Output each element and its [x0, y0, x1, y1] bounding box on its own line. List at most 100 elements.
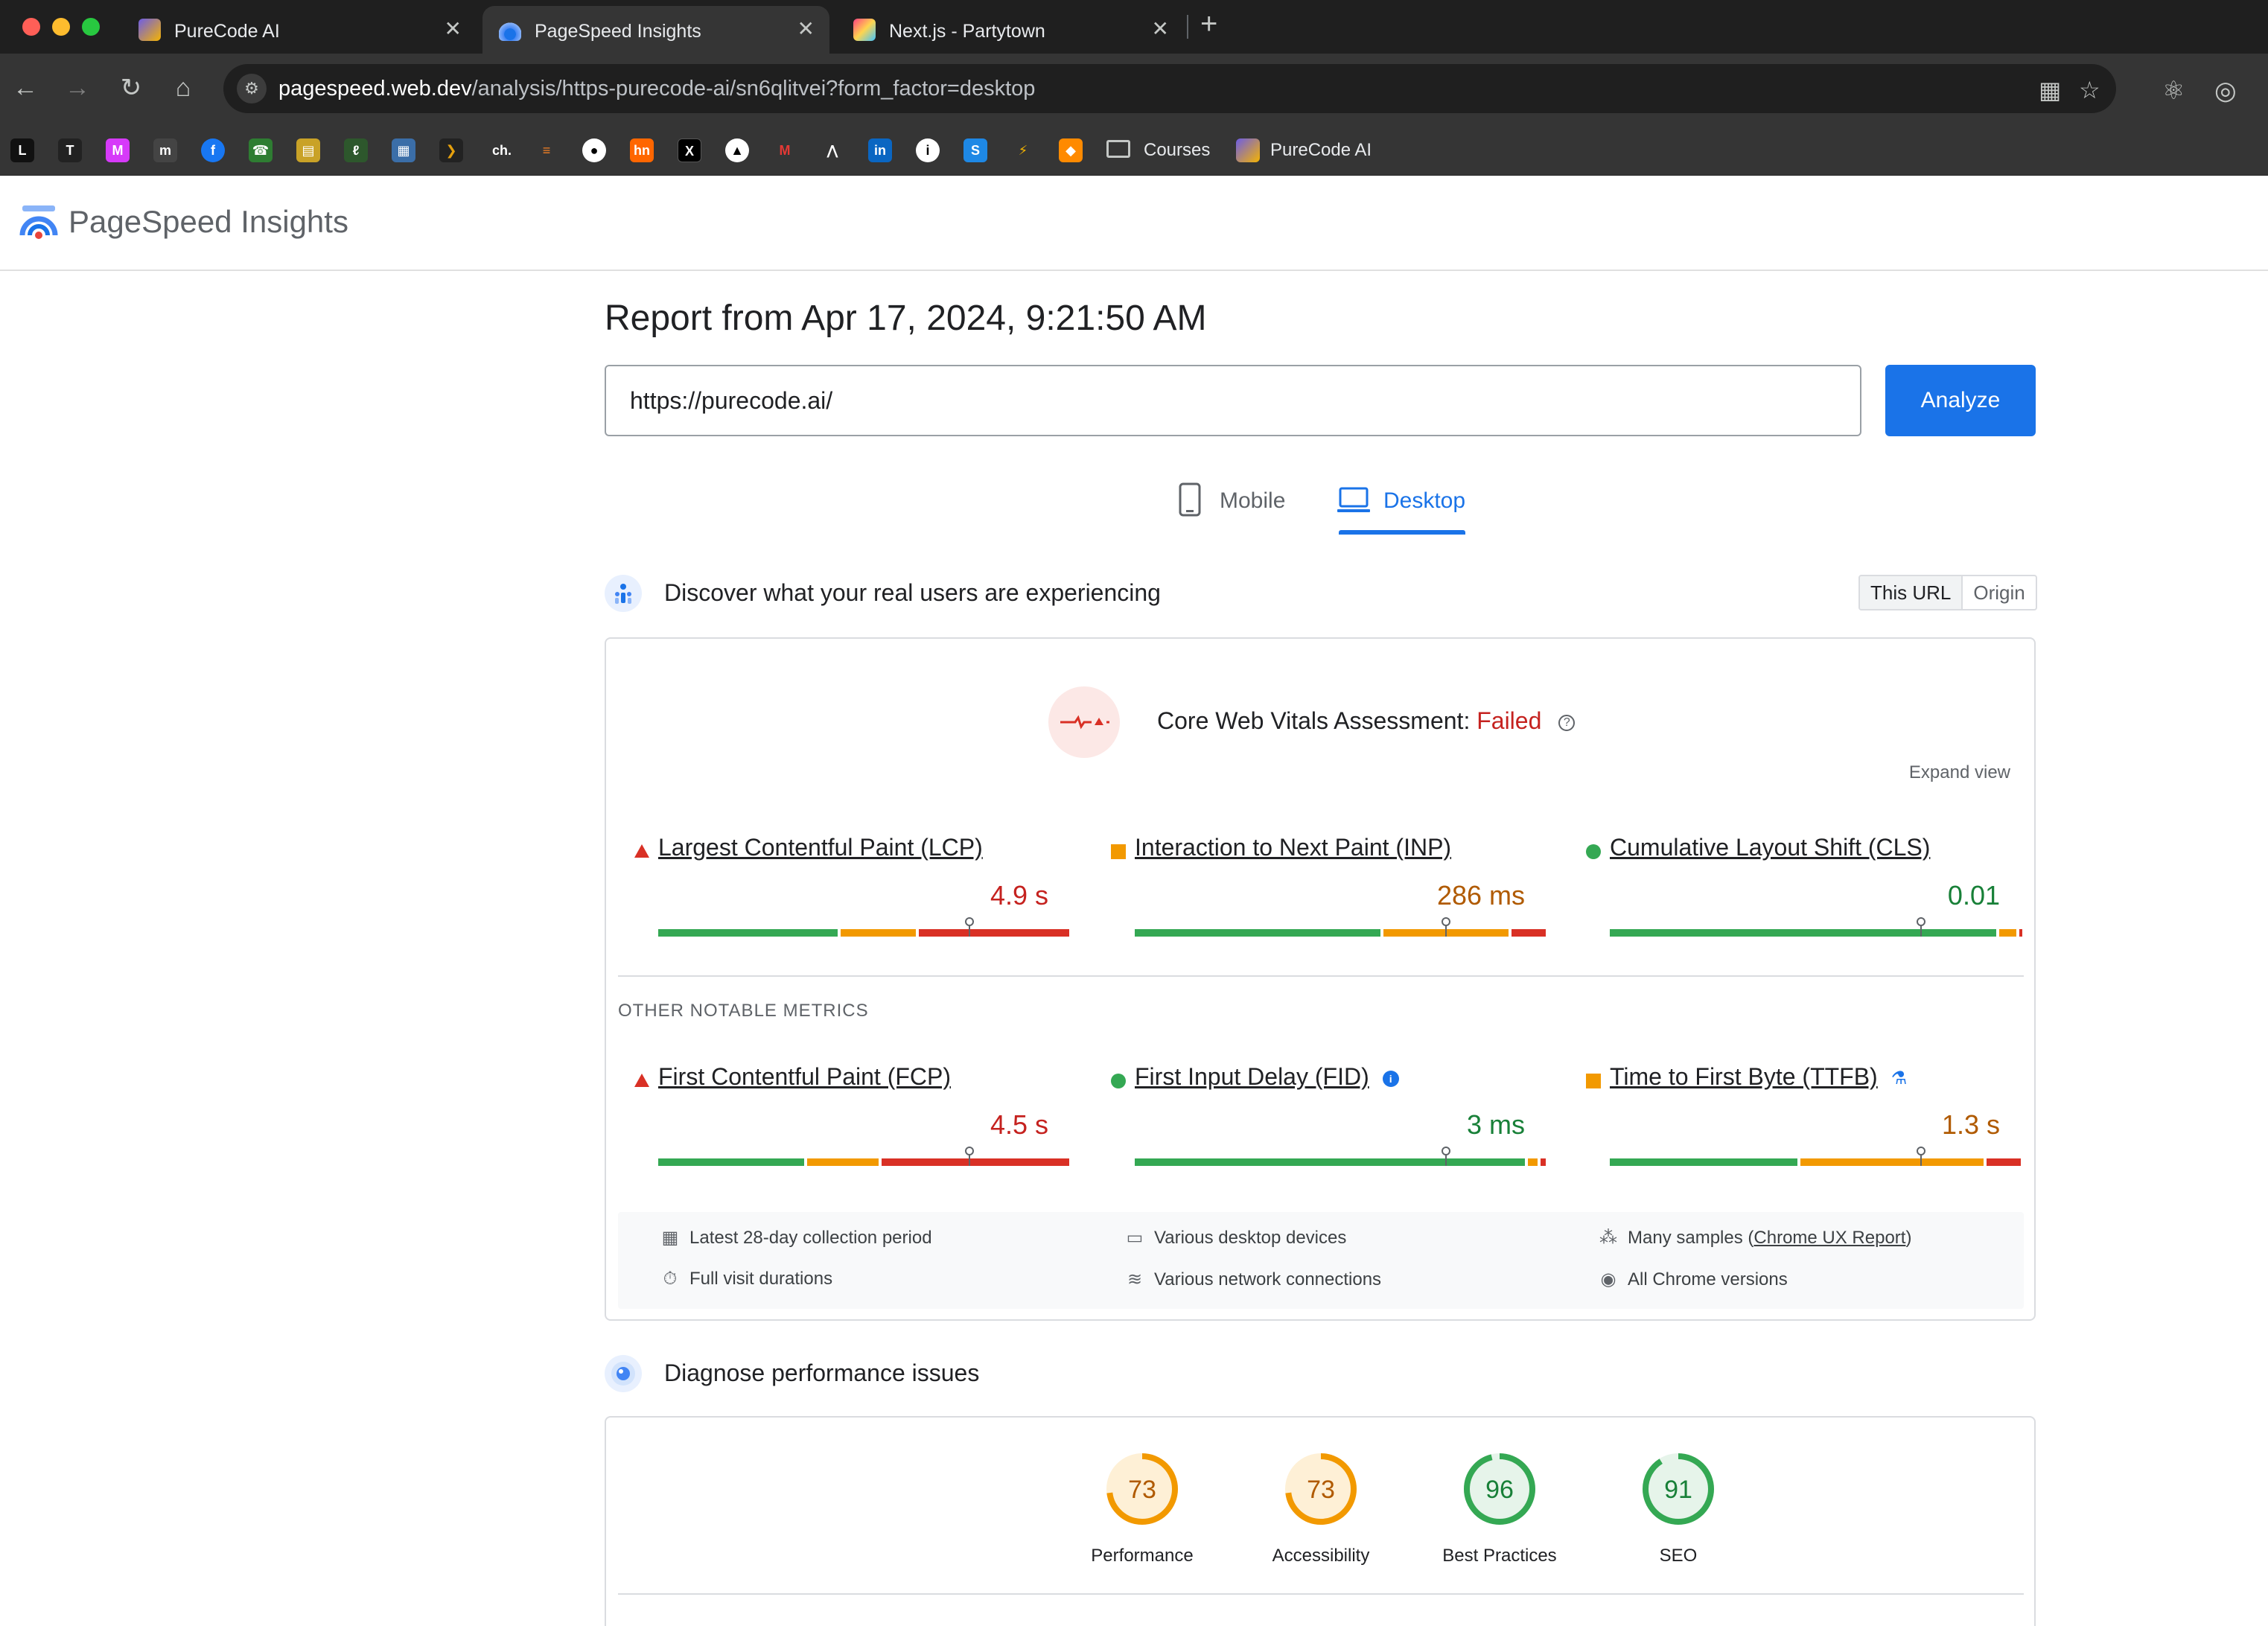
- metric-name[interactable]: Cumulative Layout Shift (CLS): [1610, 834, 1930, 861]
- tab-mobile-label: Mobile: [1220, 488, 1286, 513]
- score-gauge-ring: 73: [1106, 1453, 1178, 1525]
- bookmark-plex-icon[interactable]: ❯: [439, 138, 463, 162]
- bookmark-phone-icon[interactable]: ☎: [249, 138, 273, 162]
- react-devtools-icon[interactable]: ⚛: [2162, 76, 2185, 106]
- bookmark-hackernews-icon[interactable]: hn: [630, 138, 654, 162]
- section-divider: [618, 1593, 2024, 1595]
- bookmark-mdn-icon[interactable]: m: [153, 138, 177, 162]
- gauge-seo[interactable]: 91 SEO: [1589, 1450, 1768, 1577]
- good-segment: [1135, 1158, 1526, 1166]
- gauge-performance[interactable]: 73 Performance: [1053, 1450, 1232, 1577]
- info-icon[interactable]: i: [1382, 1070, 1399, 1087]
- bookmark-purecode[interactable]: PureCode AI: [1270, 140, 1372, 161]
- expand-view-link[interactable]: Expand view: [1909, 762, 2010, 783]
- score-value: 73: [1307, 1476, 1335, 1504]
- gauge-best-practices[interactable]: 96 Best Practices: [1410, 1450, 1589, 1577]
- bookmark-m-red-icon[interactable]: M: [773, 138, 797, 162]
- bookmark-triangle-icon[interactable]: ▲: [725, 138, 749, 162]
- qr-code-icon[interactable]: ▦: [2039, 76, 2061, 104]
- bookmark-linkedin-icon[interactable]: in: [868, 138, 892, 162]
- close-tab-icon[interactable]: ✕: [445, 16, 462, 41]
- percentile-marker: [1917, 917, 1925, 937]
- bookmark-stripes-icon[interactable]: ⋀: [821, 138, 844, 162]
- bookmark-x-icon[interactable]: X: [678, 138, 701, 162]
- new-tab-button[interactable]: +: [1200, 7, 1217, 41]
- help-icon[interactable]: ?: [1558, 714, 1576, 731]
- poor-segment: [2019, 929, 2023, 937]
- tab-title: PureCode AI: [174, 21, 280, 42]
- bookmark-box-icon[interactable]: ▤: [296, 138, 320, 162]
- calendar-icon: ▦: [661, 1228, 679, 1248]
- maximize-window-button[interactable]: [82, 18, 100, 36]
- bookmark-lightning-icon[interactable]: ⚡: [1011, 138, 1035, 162]
- metric-name[interactable]: First Input Delay (FID): [1135, 1063, 1369, 1090]
- minimize-window-button[interactable]: [52, 18, 70, 36]
- bookmark-info-icon[interactable]: i: [916, 138, 940, 162]
- bookmark-github-icon[interactable]: ●: [582, 138, 606, 162]
- extension-target-icon[interactable]: ◎: [2214, 76, 2237, 106]
- chrome-versions-item: ◉ All Chrome versions: [1598, 1269, 1788, 1290]
- pagespeed-favicon-icon: [499, 19, 521, 41]
- toggle-this-url[interactable]: This URL: [1860, 576, 1963, 609]
- browser-toolbar: ← → ↻ ⌂ ⚙ pagespeed.web.dev/analysis/htt…: [0, 54, 2268, 125]
- tab-mobile[interactable]: Mobile: [1178, 482, 1290, 535]
- score-value: 73: [1128, 1476, 1156, 1504]
- collection-period-item: ▦ Latest 28-day collection period: [660, 1227, 932, 1249]
- bookmark-ch-icon[interactable]: ch.: [487, 138, 517, 162]
- metric-name-wrap[interactable]: Time to First Byte (TTFB) ⚗: [1610, 1063, 1907, 1091]
- bookmark-l-icon[interactable]: L: [10, 138, 34, 162]
- bookmark-grid-icon[interactable]: ▦: [392, 138, 415, 162]
- pagespeed-logo-icon[interactable]: [18, 201, 60, 243]
- url-input[interactable]: [605, 365, 1861, 436]
- bookmark-courses[interactable]: Courses: [1144, 140, 1210, 161]
- close-window-button[interactable]: [22, 18, 40, 36]
- address-bar[interactable]: ⚙ pagespeed.web.dev/analysis/https-purec…: [223, 64, 2116, 113]
- close-tab-icon[interactable]: ✕: [1152, 16, 1169, 41]
- bookmark-nytimes-icon[interactable]: T: [58, 138, 82, 162]
- browser-tab-pagespeed[interactable]: PageSpeed Insights ✕: [482, 6, 829, 54]
- site-info-icon[interactable]: ⚙: [237, 74, 267, 103]
- metric-name[interactable]: Time to First Byte (TTFB): [1610, 1063, 1878, 1090]
- metric-name[interactable]: Interaction to Next Paint (INP): [1135, 834, 1451, 861]
- bookmark-cube-icon[interactable]: ◆: [1059, 138, 1083, 162]
- diagnose-title: Diagnose performance issues: [664, 1359, 980, 1386]
- bookmark-s-icon[interactable]: S: [963, 138, 987, 162]
- reload-icon[interactable]: ↻: [113, 70, 149, 106]
- browser-tab-partytown[interactable]: Next.js - Partytown ✕: [837, 6, 1184, 54]
- metric-value: 4.5 s: [990, 1109, 1048, 1140]
- metric-name[interactable]: First Contentful Paint (FCP): [658, 1063, 951, 1091]
- back-arrow-icon[interactable]: ←: [7, 70, 43, 106]
- bookmark-stackoverflow-icon[interactable]: ≡: [535, 138, 558, 162]
- close-tab-icon[interactable]: ✕: [797, 16, 815, 41]
- tab-title: Next.js - Partytown: [889, 21, 1045, 42]
- url-origin-toggle: This URL Origin: [1858, 575, 2037, 610]
- bookmark-m-icon[interactable]: M: [106, 138, 130, 162]
- collection-info-panel: ▦ Latest 28-day collection period ⏱ Full v…: [618, 1212, 2024, 1309]
- tab-desktop[interactable]: Desktop: [1337, 482, 1486, 535]
- network-text: Various network connections: [1154, 1269, 1382, 1289]
- metric-name[interactable]: Largest Contentful Paint (LCP): [658, 834, 983, 861]
- gauge-accessibility[interactable]: 73 Accessibility: [1232, 1450, 1410, 1577]
- metric-fcp: First Contentful Paint (FCP) 4.5 s: [634, 1063, 1069, 1167]
- chrome-ux-report-link[interactable]: Chrome UX Report: [1753, 1228, 1905, 1248]
- bookmark-leaf-icon[interactable]: ℓ: [344, 138, 368, 162]
- bookmark-star-icon[interactable]: ☆: [2079, 76, 2100, 104]
- url-text[interactable]: pagespeed.web.dev/analysis/https-purecod…: [278, 77, 1035, 101]
- browser-tab-purecode[interactable]: PureCode AI ✕: [122, 6, 477, 54]
- forward-arrow-icon[interactable]: →: [60, 70, 95, 106]
- analyze-button[interactable]: Analyze: [1885, 365, 2036, 436]
- tab-separator: [1187, 15, 1188, 39]
- chrome-versions-text: All Chrome versions: [1628, 1269, 1788, 1289]
- samples-item: ⁂ Many samples (Chrome UX Report): [1598, 1227, 1911, 1249]
- app-title[interactable]: PageSpeed Insights: [69, 204, 348, 240]
- field-data-title: Discover what your real users are experi…: [664, 579, 1161, 606]
- users-data-icon: [605, 575, 642, 612]
- toggle-origin[interactable]: Origin: [1963, 576, 2035, 609]
- partytown-favicon-icon: [853, 19, 876, 41]
- dots-cluster-icon: ⁂: [1599, 1228, 1617, 1248]
- metric-name-wrap[interactable]: First Input Delay (FID) i: [1135, 1063, 1399, 1091]
- experimental-flask-icon[interactable]: ⚗: [1891, 1068, 1908, 1089]
- metric-value: 0.01: [1947, 880, 2000, 911]
- bookmark-facebook-icon[interactable]: f: [201, 138, 225, 162]
- home-icon[interactable]: ⌂: [165, 70, 201, 106]
